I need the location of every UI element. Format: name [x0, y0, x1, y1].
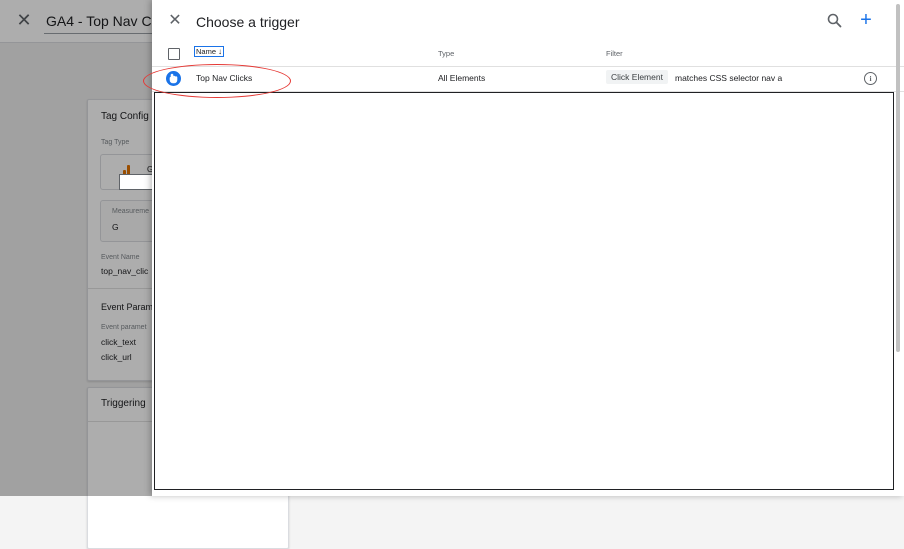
table-row[interactable]: Top Nav Clicks All Elements Click Elemen…	[152, 67, 904, 92]
select-all-checkbox[interactable]	[168, 48, 180, 60]
info-icon[interactable]: i	[864, 72, 877, 85]
sort-down-icon: ↓	[218, 47, 223, 56]
filter-column-header[interactable]: Filter	[606, 49, 623, 58]
filter-variable-chip: Click Element	[606, 70, 668, 84]
scrollbar[interactable]	[896, 4, 900, 352]
panel-title: Choose a trigger	[196, 14, 300, 30]
trigger-name: Top Nav Clicks	[196, 73, 253, 83]
name-column-label: Name	[196, 47, 217, 56]
pointer-trigger-icon	[166, 71, 181, 86]
filter-condition: matches CSS selector nav a	[675, 73, 783, 83]
search-icon[interactable]	[826, 12, 844, 30]
empty-list-area	[154, 92, 894, 490]
trigger-table-header: Name ↓ Type Filter	[152, 42, 904, 67]
name-column-header[interactable]: Name ↓	[193, 46, 225, 57]
close-icon[interactable]: ✕	[166, 12, 184, 30]
type-column-header[interactable]: Type	[438, 49, 454, 58]
trigger-type: All Elements	[438, 73, 486, 83]
plus-icon[interactable]: +	[856, 10, 876, 30]
